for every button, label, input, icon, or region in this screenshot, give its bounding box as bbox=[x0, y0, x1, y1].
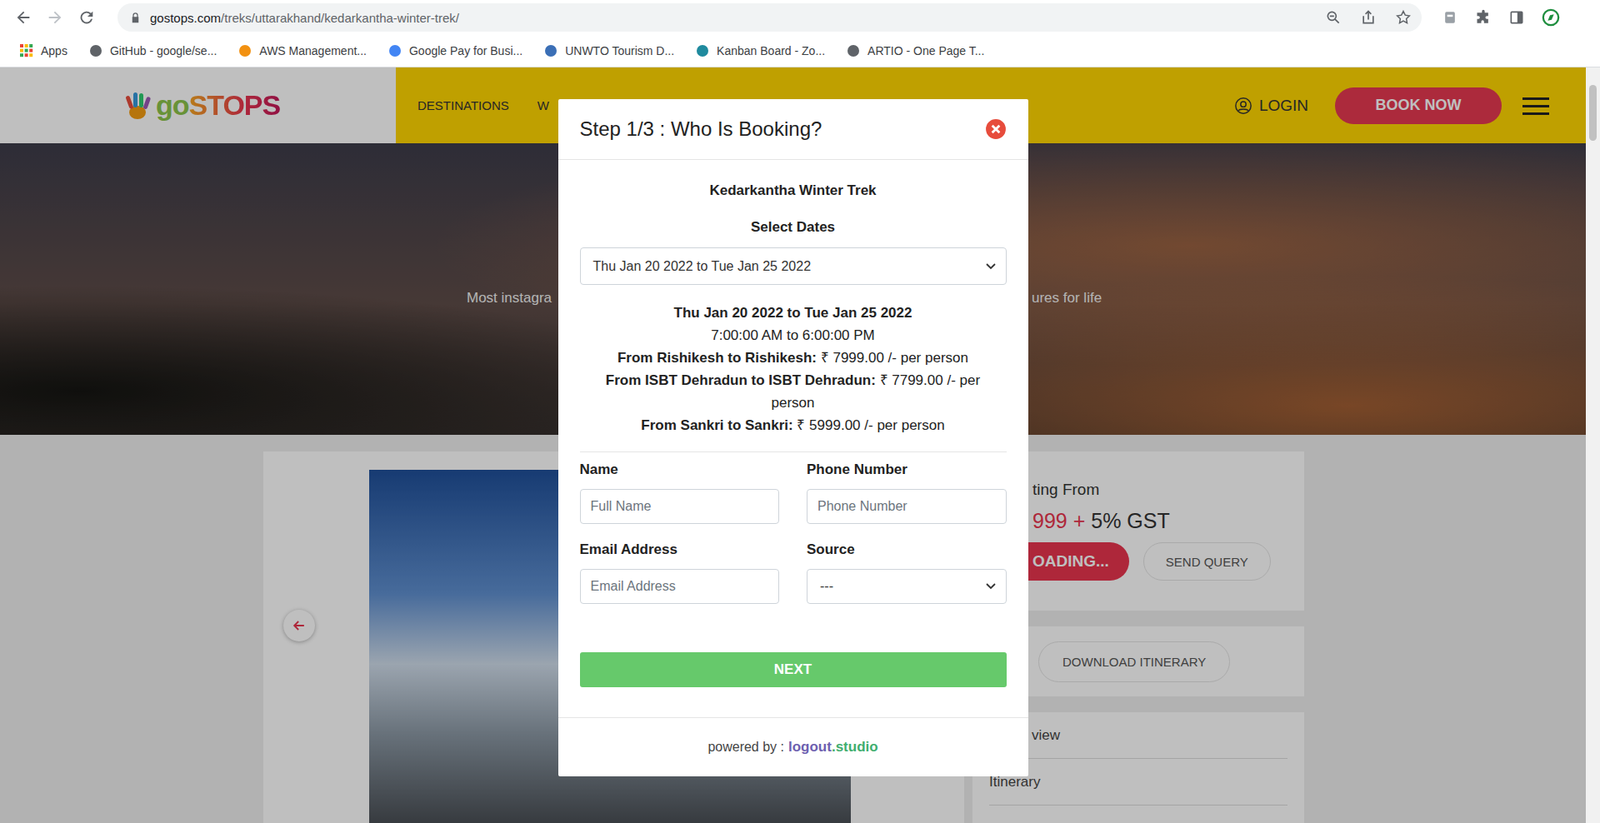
bookmark-item[interactable]: UNWTO Tourism D... bbox=[537, 40, 685, 61]
next-button[interactable]: NEXT bbox=[580, 652, 1007, 688]
form-field: Phone Number bbox=[806, 460, 1007, 525]
bookmark-item[interactable]: Google Pay for Busi... bbox=[381, 40, 533, 61]
site-favicon-icon bbox=[695, 44, 710, 58]
dates-label: Select Dates bbox=[580, 218, 1007, 237]
trek-name: Kedarkantha Winter Trek bbox=[580, 181, 1007, 200]
zoom-icon[interactable] bbox=[1325, 9, 1342, 26]
scrollbar[interactable] bbox=[1585, 67, 1600, 823]
route-price: From Rishikesh to Rishikesh: ₹ 7999.00 /… bbox=[580, 346, 1007, 370]
reload-icon[interactable] bbox=[77, 8, 96, 27]
bookmark-item[interactable]: GitHub - google/se... bbox=[82, 40, 227, 61]
form-field: Name bbox=[580, 460, 780, 525]
printer-extension-icon[interactable] bbox=[1441, 9, 1459, 26]
web-page: goSTOPS DESTINATIONSW LOGIN BOOK NOW Mos… bbox=[0, 67, 1600, 823]
bookmark-item[interactable]: Kanban Board - Zo... bbox=[689, 40, 835, 61]
share-icon[interactable] bbox=[1360, 9, 1377, 26]
bookmark-item[interactable]: Apps bbox=[13, 40, 78, 61]
puzzle-icon[interactable] bbox=[1475, 9, 1492, 26]
side-panel-icon[interactable] bbox=[1508, 9, 1525, 26]
browser-window: gostops.com/treks/uttarakhand/kedarkanth… bbox=[0, 0, 1600, 823]
chevron-down-icon bbox=[985, 583, 996, 590]
brand-link[interactable]: logout.studio bbox=[788, 739, 879, 756]
chevron-down-icon bbox=[985, 263, 996, 270]
modal-backdrop[interactable]: Step 1/3 : Who Is Booking? Kedarkantha W… bbox=[0, 67, 1586, 823]
site-favicon-icon bbox=[846, 44, 860, 58]
site-favicon-icon bbox=[544, 44, 558, 58]
form-field: Email Address bbox=[580, 540, 780, 605]
profile-icon[interactable] bbox=[1541, 8, 1560, 27]
back-icon[interactable] bbox=[14, 8, 33, 27]
date-select[interactable]: Thu Jan 20 2022 to Tue Jan 25 2022 bbox=[580, 247, 1007, 285]
divider bbox=[580, 451, 1007, 453]
address-bar[interactable]: gostops.com/treks/uttarakhand/kedarkanth… bbox=[117, 3, 1422, 32]
forward-icon[interactable] bbox=[45, 8, 65, 27]
bookmark-star-icon[interactable] bbox=[1395, 9, 1412, 26]
browser-toolbar: gostops.com/treks/uttarakhand/kedarkanth… bbox=[0, 0, 1600, 35]
form-field: Source --- bbox=[806, 540, 1007, 605]
powered-by: powered by : logout.studio bbox=[558, 717, 1029, 777]
text-input[interactable] bbox=[580, 569, 780, 605]
scrollbar-thumb[interactable] bbox=[1589, 85, 1597, 141]
lock-icon bbox=[129, 11, 142, 25]
text-input[interactable] bbox=[806, 489, 1007, 525]
site-favicon-icon bbox=[388, 44, 402, 58]
bookmark-item[interactable]: ARTIO - One Page T... bbox=[840, 40, 995, 61]
url-text: gostops.com/treks/uttarakhand/kedarkanth… bbox=[150, 10, 460, 25]
trek-time: 7:00:00 AM to 6:00:00 PM bbox=[580, 324, 1007, 347]
source-select[interactable]: --- bbox=[806, 569, 1007, 605]
route-price: From ISBT Dehradun to ISBT Dehradun: ₹ 7… bbox=[580, 369, 1007, 415]
apps-grid-icon bbox=[20, 44, 34, 58]
bookmark-item[interactable]: AWS Management... bbox=[231, 40, 377, 61]
text-input[interactable] bbox=[580, 489, 780, 525]
site-favicon-icon bbox=[238, 44, 252, 58]
date-heading: Thu Jan 20 2022 to Tue Jan 25 2022 bbox=[580, 301, 1007, 325]
close-icon[interactable] bbox=[985, 118, 1007, 140]
bookmarks-bar: Apps GitHub - google/se... AWS Managemen… bbox=[0, 35, 1600, 68]
booking-form: Name Phone Number Email Address Source -… bbox=[580, 460, 1007, 605]
modal-title: Step 1/3 : Who Is Booking? bbox=[580, 117, 823, 141]
booking-modal: Step 1/3 : Who Is Booking? Kedarkantha W… bbox=[558, 99, 1029, 777]
route-price: From Sankri to Sankri: ₹ 5999.00 /- per … bbox=[580, 414, 1007, 437]
site-favicon-icon bbox=[89, 44, 103, 58]
